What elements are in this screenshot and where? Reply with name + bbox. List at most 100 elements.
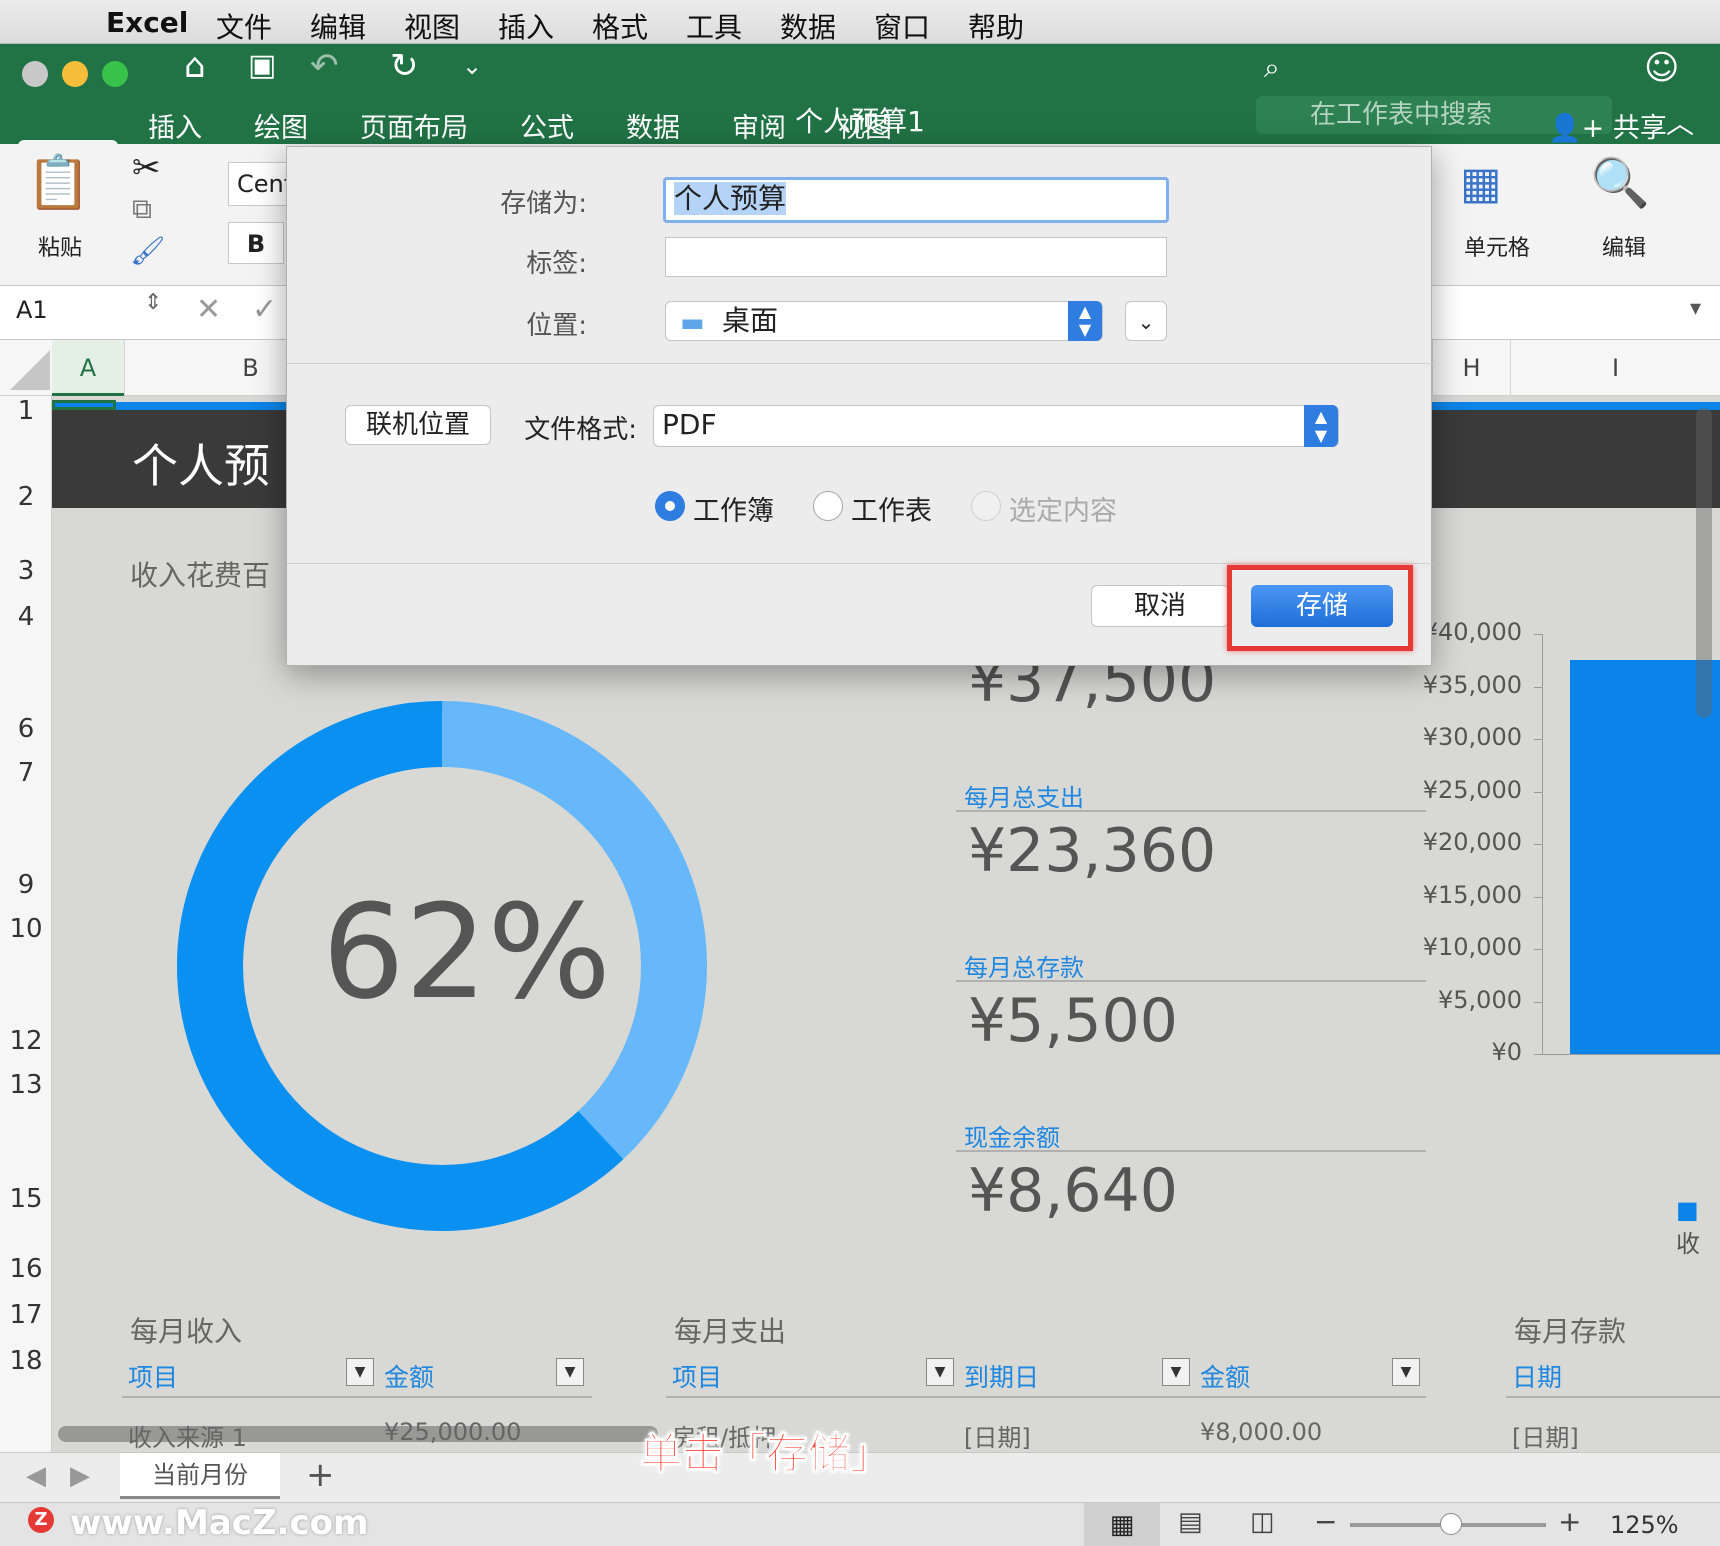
y-tick-label: ¥10,000 xyxy=(1422,933,1522,961)
filter-dropdown-icon[interactable]: ▼ xyxy=(926,1358,954,1386)
kpi-expense-label: 每月总支出 xyxy=(964,784,1084,812)
menu-file[interactable]: 文件 xyxy=(216,6,272,46)
kpi-savings-value: ¥5,500 xyxy=(968,986,1178,1056)
undo-icon[interactable]: ↶ xyxy=(310,46,339,86)
row-12-header[interactable]: 12 xyxy=(0,1026,52,1056)
row-4-header[interactable]: 4 xyxy=(0,602,52,632)
tab-formulas[interactable]: 公式 xyxy=(520,106,574,145)
previous-sheet-icon[interactable]: ◀ xyxy=(26,1461,46,1491)
filter-dropdown-icon[interactable]: ▼ xyxy=(346,1358,374,1386)
name-box[interactable]: A1 xyxy=(16,296,48,324)
row-16-header[interactable]: 16 xyxy=(0,1254,52,1284)
selected-cell-a1[interactable] xyxy=(52,400,116,410)
tab-data[interactable]: 数据 xyxy=(626,106,680,145)
collapse-ribbon-icon[interactable]: ︿ xyxy=(1666,102,1694,142)
smiley-feedback-icon[interactable]: ☺ xyxy=(1644,48,1679,88)
cancel-entry-icon[interactable]: ✕ xyxy=(196,292,221,327)
row-6-header[interactable]: 6 xyxy=(0,714,52,744)
menu-insert[interactable]: 插入 xyxy=(498,6,554,46)
find-icon[interactable]: 🔍 xyxy=(1590,154,1650,211)
file-format-label: 文件格式: xyxy=(524,415,637,445)
sheet-tab-current[interactable]: 当前月份 xyxy=(120,1453,280,1499)
tab-insert[interactable]: 插入 xyxy=(148,106,202,145)
row-9-header[interactable]: 9 xyxy=(0,870,52,900)
filter-dropdown-icon[interactable]: ▼ xyxy=(1392,1358,1420,1386)
expense-col-amount: 金额 xyxy=(1200,1363,1251,1392)
zoom-in-icon[interactable]: + xyxy=(1558,1505,1581,1538)
column-i-header[interactable]: I xyxy=(1510,340,1720,396)
row-header: 1 2 3 4 6 7 9 10 12 13 15 16 17 18 xyxy=(0,396,52,1452)
income-col-item: 项目 xyxy=(128,1363,179,1392)
normal-view-button[interactable]: ▦ xyxy=(1084,1503,1160,1546)
stepper-icon: ▲ ▼ xyxy=(1304,405,1338,447)
app-menu[interactable]: Excel xyxy=(106,6,188,39)
close-window-button[interactable] xyxy=(22,61,48,87)
add-sheet-button[interactable]: + xyxy=(306,1455,335,1495)
format-painter-icon[interactable]: 🖌 xyxy=(130,234,166,267)
menu-format[interactable]: 格式 xyxy=(592,6,648,46)
column-h-header[interactable]: H xyxy=(1432,340,1510,396)
paste-icon[interactable]: 📋 xyxy=(26,152,91,213)
vertical-scrollbar[interactable] xyxy=(1696,408,1712,718)
tab-view[interactable]: 视图 xyxy=(838,106,892,145)
search-icon: ⌕ xyxy=(1264,51,1280,84)
name-box-stepper-icon[interactable]: ⇕ xyxy=(144,290,162,315)
expand-dialog-button[interactable]: ⌄ xyxy=(1125,301,1167,341)
tab-review[interactable]: 审阅 xyxy=(732,106,786,145)
expand-formula-icon[interactable]: ▾ xyxy=(1690,296,1701,321)
filter-dropdown-icon[interactable]: ▼ xyxy=(1162,1358,1190,1386)
row-18-header[interactable]: 18 xyxy=(0,1346,52,1376)
row-17-header[interactable]: 17 xyxy=(0,1300,52,1330)
tab-draw[interactable]: 绘图 xyxy=(254,106,308,145)
menu-window[interactable]: 窗口 xyxy=(874,6,930,46)
row-3-header[interactable]: 3 xyxy=(0,556,52,586)
zoom-out-icon[interactable]: − xyxy=(1314,1505,1337,1538)
row-13-header[interactable]: 13 xyxy=(0,1070,52,1100)
row-15-header[interactable]: 15 xyxy=(0,1184,52,1214)
menu-help[interactable]: 帮助 xyxy=(968,6,1024,46)
confirm-entry-icon[interactable]: ✓ xyxy=(252,292,277,327)
menu-data[interactable]: 数据 xyxy=(780,6,836,46)
save-icon[interactable]: ▣ xyxy=(248,46,276,86)
bold-button[interactable]: B xyxy=(228,222,284,264)
cells-icon[interactable]: ▦ xyxy=(1460,158,1502,209)
cut-icon[interactable]: ✂ xyxy=(132,148,161,188)
tab-page-layout[interactable]: 页面布局 xyxy=(360,106,468,145)
filter-dropdown-icon[interactable]: ▼ xyxy=(556,1358,584,1386)
save-as-input[interactable]: 个人预算 xyxy=(663,177,1169,223)
redo-icon[interactable]: ↻ xyxy=(390,46,419,86)
zoom-window-button[interactable] xyxy=(102,61,128,87)
expense-row-due: [日期] xyxy=(964,1424,1031,1452)
row-10-header[interactable]: 10 xyxy=(0,914,52,944)
menu-tools[interactable]: 工具 xyxy=(686,6,742,46)
minimize-window-button[interactable] xyxy=(62,61,88,87)
column-a-header[interactable]: A xyxy=(52,340,124,396)
home-icon[interactable]: ⌂ xyxy=(184,46,206,86)
cancel-button[interactable]: 取消 xyxy=(1091,585,1229,627)
customize-toolbar-icon[interactable]: ⌄ xyxy=(462,46,482,86)
location-label: 位置: xyxy=(526,311,587,341)
share-button[interactable]: 👤+ 共享 xyxy=(1548,106,1667,145)
row-7-header[interactable]: 7 xyxy=(0,758,52,788)
row-1-header[interactable]: 1 xyxy=(0,396,52,426)
online-locations-button[interactable]: 联机位置 xyxy=(345,405,491,445)
menu-edit[interactable]: 编辑 xyxy=(310,6,366,46)
page-layout-view-icon[interactable]: ▤ xyxy=(1178,1507,1203,1537)
menu-view[interactable]: 视图 xyxy=(404,6,460,46)
page-break-view-icon[interactable]: ◫ xyxy=(1250,1507,1275,1537)
radio-workbook[interactable] xyxy=(655,491,685,521)
radio-selection[interactable] xyxy=(971,491,1001,521)
radio-worksheet[interactable] xyxy=(813,491,843,521)
tags-input[interactable] xyxy=(665,237,1167,277)
copy-icon[interactable]: ⧉ xyxy=(132,192,152,226)
save-button[interactable]: 存储 xyxy=(1251,585,1393,627)
horizontal-scrollbar[interactable] xyxy=(58,1426,658,1442)
chart-legend: ■收 xyxy=(1676,1196,1720,1259)
select-all-corner[interactable] xyxy=(10,350,50,390)
row-2-header[interactable]: 2 xyxy=(0,482,52,512)
zoom-slider-thumb[interactable] xyxy=(1440,1513,1462,1535)
y-tick-mark xyxy=(1534,844,1542,845)
location-select[interactable]: ▬ 桌面 ▲ ▼ xyxy=(665,301,1103,341)
file-format-select[interactable]: PDF ▲ ▼ xyxy=(653,405,1339,447)
next-sheet-icon[interactable]: ▶ xyxy=(70,1461,90,1491)
